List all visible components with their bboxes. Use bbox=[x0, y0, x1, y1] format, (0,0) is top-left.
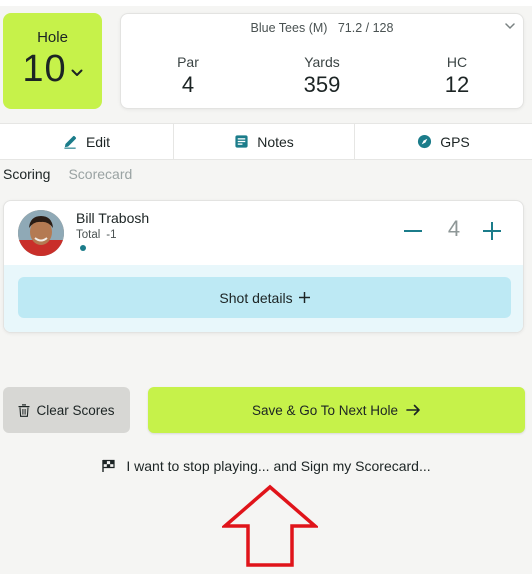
chevron-down-icon bbox=[71, 69, 83, 76]
player-total-value: -1 bbox=[106, 229, 117, 241]
notes-icon bbox=[235, 135, 248, 148]
score-value: 4 bbox=[447, 216, 461, 241]
stat-yards: Yards 359 bbox=[282, 54, 362, 98]
stat-par: Par 4 bbox=[148, 54, 228, 98]
shot-details-panel: Shot details bbox=[4, 265, 523, 332]
arrow-right-icon bbox=[406, 404, 420, 416]
clear-scores-label: Clear Scores bbox=[36, 402, 115, 418]
shot-details-button[interactable]: Shot details bbox=[18, 277, 511, 318]
decrement-score-button[interactable] bbox=[401, 220, 425, 242]
top-strip bbox=[0, 0, 532, 6]
tab-scoring[interactable]: Scoring bbox=[3, 166, 50, 182]
stop-and-sign-label: I want to stop playing... and Sign my Sc… bbox=[126, 458, 431, 474]
tee-info: Blue Tees (M) 71.2 / 128 bbox=[250, 21, 394, 35]
stat-par-value: 4 bbox=[181, 72, 195, 97]
player-score-card: Bill Trabosh Total -1 4 Shot details bbox=[3, 200, 524, 333]
pencil-icon bbox=[64, 135, 77, 149]
tab-scorecard[interactable]: Scorecard bbox=[68, 166, 132, 182]
flag-icon bbox=[102, 459, 115, 472]
annotation-arrow-icon bbox=[222, 484, 318, 567]
save-next-hole-button[interactable]: Save & Go To Next Hole bbox=[148, 387, 525, 433]
plus-icon bbox=[298, 292, 310, 303]
stop-and-sign-link[interactable]: I want to stop playing... and Sign my Sc… bbox=[0, 458, 532, 474]
compass-icon bbox=[418, 134, 432, 149]
increment-score-button[interactable] bbox=[480, 220, 504, 242]
player-name: Bill Trabosh bbox=[76, 210, 150, 226]
stat-par-label: Par bbox=[177, 54, 199, 70]
status-dot bbox=[80, 245, 86, 251]
notes-button[interactable]: Notes bbox=[174, 124, 355, 159]
hole-number-row: 10 bbox=[22, 48, 83, 91]
trash-icon bbox=[18, 403, 30, 417]
hole-selector[interactable]: Hole 10 bbox=[3, 13, 102, 109]
player-total: Total -1 bbox=[76, 229, 117, 241]
stat-hc-label: HC bbox=[446, 54, 468, 70]
clear-scores-button[interactable]: Clear Scores bbox=[3, 387, 130, 433]
save-next-hole-label: Save & Go To Next Hole bbox=[251, 402, 399, 418]
notes-label: Notes bbox=[257, 133, 294, 150]
stat-hc-value: 12 bbox=[444, 72, 470, 97]
stat-hc: HC 12 bbox=[417, 54, 497, 98]
stat-yards-value: 359 bbox=[303, 72, 341, 97]
player-total-label: Total bbox=[76, 229, 101, 241]
hole-label: Hole bbox=[37, 29, 68, 46]
shot-details-label: Shot details bbox=[219, 289, 293, 306]
stat-yards-label: Yards bbox=[304, 54, 340, 70]
tee-info-card[interactable]: Blue Tees (M) 71.2 / 128 Par 4 Yards 359… bbox=[120, 13, 524, 109]
gps-label: GPS bbox=[440, 133, 470, 150]
gps-button[interactable]: GPS bbox=[355, 124, 532, 159]
action-bar: Edit Notes GPS bbox=[0, 123, 532, 160]
avatar bbox=[18, 210, 64, 256]
edit-label: Edit bbox=[85, 133, 111, 150]
chevron-down-icon[interactable] bbox=[505, 23, 515, 30]
hole-number: 10 bbox=[22, 48, 67, 90]
edit-button[interactable]: Edit bbox=[0, 124, 174, 159]
view-tabs: Scoring Scorecard bbox=[3, 166, 132, 182]
